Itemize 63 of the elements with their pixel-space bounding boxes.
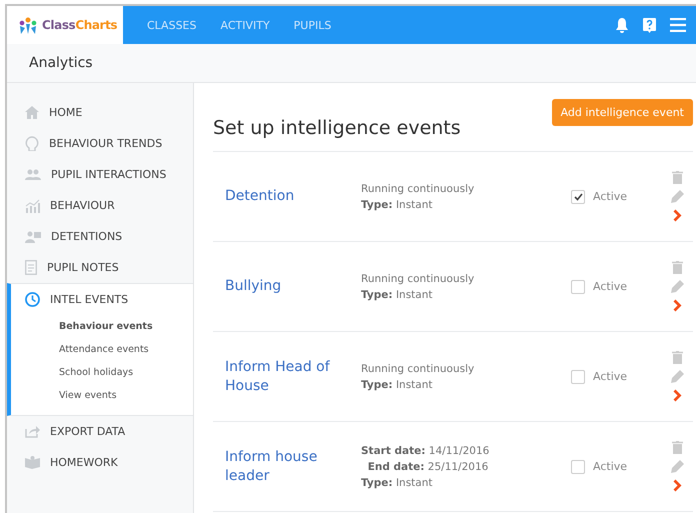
export-icon bbox=[25, 425, 40, 438]
clock-icon bbox=[25, 292, 40, 307]
sidebar-item[interactable]: BEHAVIOUR TRENDS bbox=[11, 128, 193, 159]
event-detail: Type: Instant bbox=[361, 288, 434, 302]
chevron-right-icon[interactable] bbox=[673, 479, 682, 492]
pencil-icon[interactable] bbox=[671, 280, 684, 293]
active-label: Active bbox=[593, 370, 628, 383]
pencil-icon[interactable] bbox=[671, 370, 684, 383]
logo-text: ClassCharts bbox=[42, 18, 118, 32]
event-detail: Start date: 14/11/2016 bbox=[361, 444, 490, 458]
book-icon bbox=[25, 456, 40, 469]
section-heading: Set up intelligence events bbox=[213, 117, 461, 139]
sidebar-subitem[interactable]: School holidays bbox=[11, 361, 193, 384]
head-icon bbox=[25, 136, 39, 151]
page-title: Analytics bbox=[29, 55, 93, 71]
people-icon bbox=[25, 230, 41, 242]
event-name-link[interactable]: Detention bbox=[213, 187, 361, 206]
chevron-right-icon[interactable] bbox=[673, 209, 682, 222]
check-icon bbox=[574, 192, 582, 200]
active-label: Active bbox=[593, 190, 628, 203]
active-checkbox[interactable] bbox=[571, 280, 585, 294]
active-checkbox[interactable] bbox=[571, 370, 585, 384]
event-detail: Type: Instant bbox=[361, 378, 434, 392]
chevron-right-icon[interactable] bbox=[673, 389, 682, 402]
logo-icon bbox=[18, 16, 38, 34]
active-label: Active bbox=[593, 460, 628, 473]
trash-icon[interactable] bbox=[672, 261, 683, 274]
sidebar-item[interactable]: PUPIL INTERACTIONS bbox=[11, 159, 193, 190]
event-detail: Running continuously bbox=[361, 362, 476, 376]
event-detail: Running continuously bbox=[361, 182, 476, 196]
sidebar-subitem[interactable]: Attendance events bbox=[11, 338, 193, 361]
bell-icon[interactable] bbox=[615, 18, 629, 32]
event-detail: Type: Instant bbox=[361, 476, 434, 490]
sidebar-item[interactable]: BEHAVIOUR bbox=[11, 190, 193, 221]
event-detail: Type: Instant bbox=[361, 198, 434, 212]
home-icon bbox=[25, 106, 39, 119]
sidebar-item[interactable]: INTEL EVENTS bbox=[11, 284, 193, 315]
event-name-link[interactable]: Inform house leader bbox=[213, 448, 361, 486]
active-label: Active bbox=[593, 280, 628, 293]
sidebar-item[interactable]: HOMEWORK bbox=[11, 447, 193, 478]
sidebar-item[interactable]: HOME bbox=[11, 97, 193, 128]
chevron-right-icon[interactable] bbox=[673, 299, 682, 312]
chart-icon bbox=[25, 198, 40, 212]
trash-icon[interactable] bbox=[672, 171, 683, 184]
sidebar-item[interactable]: PUPIL NOTES bbox=[11, 252, 193, 283]
event-name-link[interactable]: Inform Head of House bbox=[213, 358, 361, 396]
trash-icon[interactable] bbox=[672, 351, 683, 364]
sidebar-subitem[interactable]: View events bbox=[11, 384, 193, 407]
active-checkbox[interactable] bbox=[571, 460, 585, 474]
sidebar-item[interactable]: EXPORT DATA bbox=[11, 416, 193, 447]
event-detail: Running continuously bbox=[361, 272, 476, 286]
pencil-icon[interactable] bbox=[671, 460, 684, 473]
event-detail: End date: 25/11/2016 bbox=[366, 460, 490, 474]
people-icon bbox=[25, 169, 41, 180]
help-icon[interactable] bbox=[643, 18, 656, 32]
pencil-icon[interactable] bbox=[671, 190, 684, 203]
event-name-link[interactable]: Bullying bbox=[213, 277, 361, 296]
active-checkbox[interactable] bbox=[571, 190, 585, 204]
trash-icon[interactable] bbox=[672, 441, 683, 454]
sidebar-subitem[interactable]: Behaviour events bbox=[11, 315, 193, 338]
menu-icon[interactable] bbox=[670, 18, 686, 32]
sidebar-item[interactable]: DETENTIONS bbox=[11, 221, 193, 252]
note-icon bbox=[25, 260, 37, 275]
